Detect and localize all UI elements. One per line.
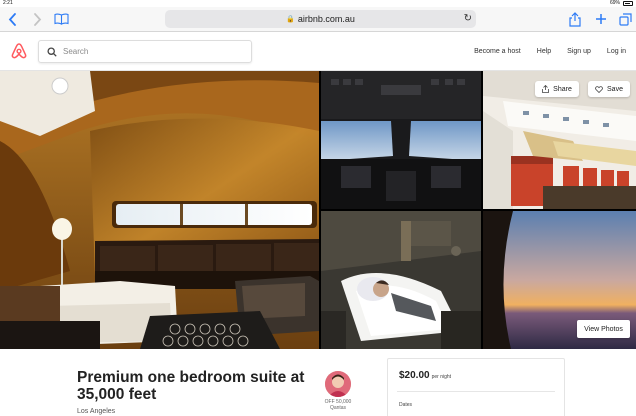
header-nav: Become a host Help Sign up Log in [466,32,634,71]
safari-toolbar: 🔒 airbnb.com.au ↻ [0,7,636,32]
lock-icon: 🔒 [286,16,295,23]
search-input[interactable] [63,47,243,56]
upload-icon [542,85,550,93]
share-icon[interactable] [567,11,583,27]
search-icon [47,46,57,57]
divider [397,391,555,392]
listing-title: Premium one bedroom suite at 35,000 feet [77,369,305,403]
status-bar: 2:21 69% [0,0,636,7]
status-time: 2:21 [3,0,13,6]
heart-icon [595,85,603,93]
photo-grid: Share Save View Photos [0,71,636,349]
dates-label: Dates [399,402,413,408]
search-box[interactable] [38,40,252,63]
site-header: Become a host Help Sign up Log in [0,32,636,71]
ipad-screen: 2:21 69% 🔒 airbnb.com.au ↻ Search Become… [0,0,636,416]
save-label: Save [607,85,623,93]
forward-icon[interactable] [29,11,45,27]
view-photos-label: View Photos [584,325,623,333]
price-unit: per night [431,374,452,380]
tabs-icon[interactable] [617,11,633,27]
listing-location: Los Angeles [77,408,116,415]
status-right: 69% [610,0,633,7]
share-button[interactable]: Share [535,81,579,97]
host-name: OFF 50,000 Qantas [324,399,352,411]
price-value: $20.00 [399,370,430,381]
new-tab-icon[interactable] [593,11,609,27]
share-label: Share [553,85,572,93]
booking-card: $20.00 per night Dates [387,358,565,416]
airbnb-logo[interactable] [10,42,28,60]
save-button[interactable]: Save [588,81,630,97]
back-icon[interactable] [4,11,20,27]
reload-icon[interactable]: ↻ [464,13,472,24]
sign-up-link[interactable]: Sign up [567,48,591,55]
main-photo-lounge[interactable] [0,71,319,349]
host-avatar [325,371,351,397]
address-bar[interactable]: 🔒 airbnb.com.au ↻ [165,10,476,28]
price-per-night: $20.00 per night [399,370,451,381]
battery-icon [623,1,633,6]
become-host-link[interactable]: Become a host [474,48,521,55]
url-text: airbnb.com.au [297,14,355,24]
battery-percent: 69% [609,0,620,6]
photo-cockpit[interactable] [321,71,481,209]
host-info[interactable]: OFF 50,000 Qantas [320,371,356,411]
view-photos-button[interactable]: View Photos [577,320,630,338]
help-link[interactable]: Help [537,48,551,55]
photo-suite-bed[interactable] [321,211,481,349]
bookmarks-icon[interactable] [53,11,69,27]
log-in-link[interactable]: Log in [607,48,626,55]
